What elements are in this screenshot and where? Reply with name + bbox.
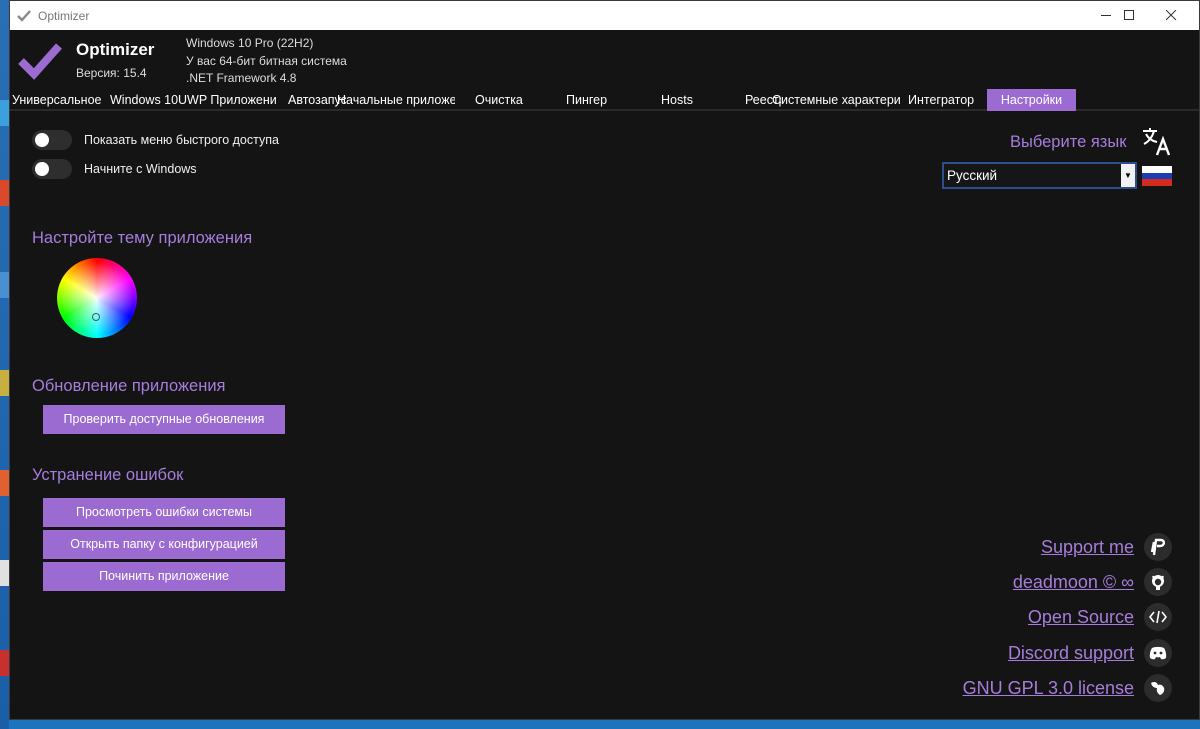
startup-label: Начните с Windows (84, 162, 197, 176)
app-name: Optimizer (76, 40, 155, 59)
toggle-row-startup: Начните с Windows (32, 159, 197, 179)
discord-icon[interactable] (1144, 639, 1172, 667)
desktop-icon[interactable] (0, 180, 9, 206)
desktop-background-bottom (9, 720, 1200, 729)
open-source-row: Open Source (1028, 603, 1172, 631)
startup-toggle[interactable] (32, 159, 72, 179)
arch-info: У вас 64-бит битная система (186, 53, 347, 68)
toggle-knob (35, 133, 49, 147)
close-icon (1165, 10, 1176, 21)
color-wheel[interactable] (57, 258, 137, 338)
app-version: Версия: 15.4 (76, 66, 147, 80)
app-logo-check-icon (18, 42, 62, 85)
desktop-icon[interactable] (0, 470, 9, 496)
app-check-icon (16, 8, 32, 24)
toggle-row-quick-access: Показать меню быстрого доступа (32, 130, 279, 150)
maximize-button[interactable] (1106, 1, 1152, 30)
close-button[interactable] (1148, 1, 1194, 30)
dropdown-arrow-icon[interactable]: ▼ (1121, 164, 1135, 187)
tab-universal[interactable]: Универсальное (12, 89, 108, 111)
window-title: Optimizer (38, 8, 90, 23)
tab-integrator[interactable]: Интегратор (908, 89, 978, 111)
desktop-icon[interactable] (0, 650, 9, 676)
color-picker-handle[interactable] (92, 313, 100, 321)
discord-link[interactable]: Discord support (1008, 643, 1134, 664)
language-select[interactable]: Русский ▼ (942, 162, 1137, 189)
tab-hosts[interactable]: Hosts (661, 89, 701, 111)
framework-info: .NET Framework 4.8 (186, 71, 297, 85)
view-errors-button[interactable]: Просмотреть ошибки системы (43, 498, 285, 527)
code-icon[interactable] (1144, 603, 1172, 631)
desktop-icon[interactable] (0, 272, 9, 298)
app-window: Optimizer Optimizer Версия: 15.4 Windows… (9, 0, 1200, 720)
toggle-knob (35, 162, 49, 176)
desktop-background (0, 0, 9, 729)
gnu-icon[interactable] (1144, 674, 1172, 702)
support-me-row: Support me (1041, 533, 1172, 561)
language-title: Выберите язык (1010, 133, 1127, 151)
translate-icon (1141, 125, 1173, 162)
theme-title: Настройте тему приложения (32, 229, 253, 247)
paypal-icon[interactable] (1144, 533, 1172, 561)
desktop-icon[interactable] (0, 370, 9, 396)
tab-hardware[interactable]: Системные характери (772, 89, 900, 111)
license-row: GNU GPL 3.0 license (963, 674, 1172, 702)
tab-startup-apps[interactable]: Начальные приложе (337, 89, 455, 111)
author-row: deadmoon © ∞ (1013, 568, 1172, 596)
tab-pinger[interactable]: Пингер (566, 89, 616, 111)
author-link[interactable]: deadmoon © ∞ (1013, 572, 1134, 593)
open-source-link[interactable]: Open Source (1028, 607, 1134, 628)
license-link[interactable]: GNU GPL 3.0 license (963, 678, 1134, 699)
tab-uwp-apps[interactable]: UWP Приложени (178, 89, 278, 111)
system-info: Windows 10 Pro (22H2) У вас 64-бит битна… (186, 35, 347, 88)
maximize-icon (1123, 10, 1134, 20)
repair-app-button[interactable]: Починить приложение (43, 562, 285, 591)
tab-cleaner[interactable]: Очистка (475, 89, 535, 111)
app-header: Optimizer Версия: 15.4 Windows 10 Pro (2… (10, 30, 1199, 88)
support-me-link[interactable]: Support me (1041, 537, 1134, 558)
language-select-value: Русский (947, 168, 998, 183)
tab-bar: Универсальное Windows 10 UWP Приложени А… (10, 89, 1199, 111)
discord-row: Discord support (1008, 639, 1172, 667)
desktop-icon[interactable] (0, 560, 9, 586)
troubleshoot-title: Устранение ошибок (32, 466, 184, 484)
open-config-folder-button[interactable]: Открыть папку с конфигурацией (43, 530, 285, 559)
github-icon[interactable] (1144, 568, 1172, 596)
russia-flag-icon (1142, 166, 1172, 186)
tab-settings[interactable]: Настройки (987, 89, 1076, 111)
update-title: Обновление приложения (32, 377, 226, 395)
desktop-icon[interactable] (0, 100, 9, 126)
title-bar[interactable]: Optimizer (10, 1, 1199, 30)
os-version: Windows 10 Pro (22H2) (186, 36, 314, 50)
tab-windows10[interactable]: Windows 10 (110, 89, 178, 111)
quick-access-toggle[interactable] (32, 130, 72, 150)
quick-access-label: Показать меню быстрого доступа (84, 133, 279, 147)
check-updates-button[interactable]: Проверить доступные обновления (43, 405, 285, 434)
settings-panel: Показать меню быстрого доступа Начните с… (10, 113, 1199, 719)
